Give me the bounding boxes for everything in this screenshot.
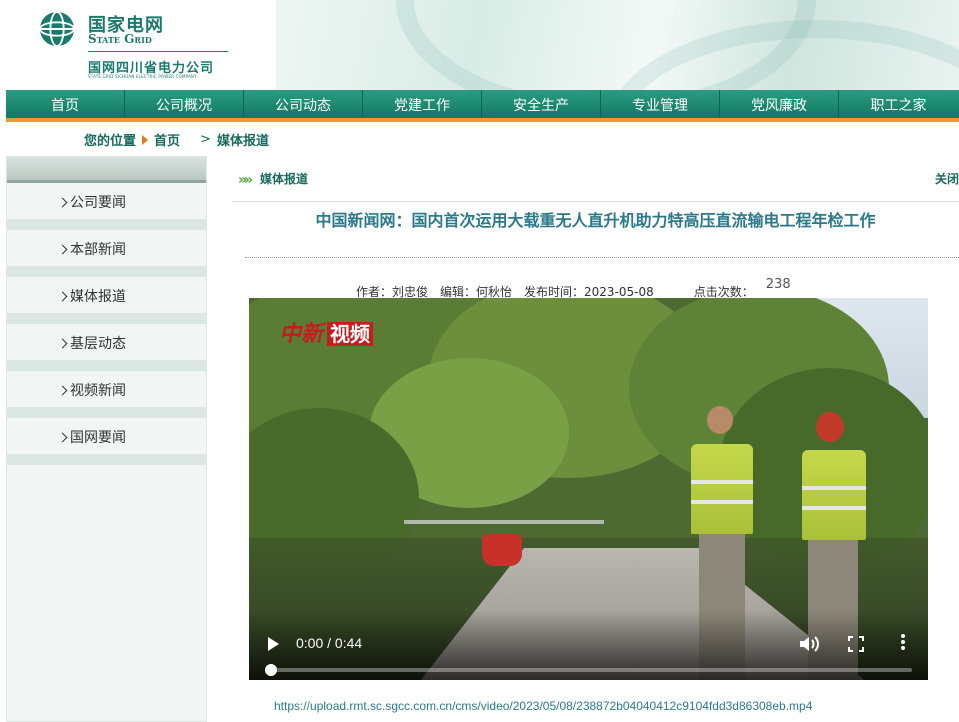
company-english-name: STATE GRID SICHUAN ELECTRIC POWER COMPAN… bbox=[88, 74, 197, 79]
video-time: 0:00 / 0:44 bbox=[296, 635, 363, 651]
sidebar-item-sgcc-news[interactable]: 国网要闻 bbox=[7, 418, 206, 465]
fullscreen-icon[interactable] bbox=[848, 636, 864, 652]
breadcrumb: 您的位置 首页 > 媒体报道 bbox=[84, 130, 269, 149]
volume-icon[interactable] bbox=[798, 634, 820, 654]
chevron-right-icon bbox=[57, 197, 68, 208]
state-grid-globe-icon bbox=[38, 10, 76, 48]
nav-item-staff[interactable]: 职工之家 bbox=[839, 90, 958, 118]
title-divider bbox=[245, 257, 959, 258]
nav-item-news[interactable]: 公司动态 bbox=[244, 90, 363, 118]
section-label: 媒体报道 bbox=[260, 172, 309, 186]
breadcrumb-current[interactable]: 媒体报道 bbox=[217, 130, 269, 149]
nav-item-integrity[interactable]: 党风廉政 bbox=[720, 90, 839, 118]
header-banner bbox=[276, 0, 959, 90]
sidebar-item-label: 公司要闻 bbox=[70, 195, 126, 211]
chevron-right-icon bbox=[57, 338, 68, 349]
views-count: 238 bbox=[765, 277, 791, 292]
sidebar-item-hq-news[interactable]: 本部新闻 bbox=[7, 230, 206, 277]
more-vertical-icon[interactable] bbox=[900, 634, 906, 652]
article-title: 中国新闻网：国内首次运用大载重无人直升机助力特高压直流输电工程年检工作 bbox=[315, 211, 876, 230]
video-controls: 0:00 / 0:44 bbox=[249, 610, 928, 680]
video-url[interactable]: https://upload.rmt.sc.sgcc.com.cn/cms/vi… bbox=[274, 699, 812, 713]
close-link[interactable]: 关闭 bbox=[935, 170, 959, 187]
sidebar-item-label: 基层动态 bbox=[70, 336, 126, 352]
breadcrumb-label: 您的位置 bbox=[84, 134, 137, 149]
content-header: »» 媒体报道 关闭 bbox=[232, 168, 959, 202]
sidebar: 公司要闻 本部新闻 媒体报道 基层动态 视频新闻 国网要闻 bbox=[6, 156, 207, 722]
nav-item-party-building[interactable]: 党建工作 bbox=[363, 90, 482, 118]
video-watermark: 中新 视频 bbox=[279, 316, 374, 348]
video-player[interactable]: 中新 视频 0:00 / 0:44 bbox=[249, 298, 928, 680]
nav-item-management[interactable]: 专业管理 bbox=[601, 90, 720, 118]
video-progress-bar[interactable] bbox=[265, 664, 912, 676]
sidebar-item-label: 本部新闻 bbox=[70, 242, 126, 258]
sidebar-item-company-news[interactable]: 公司要闻 bbox=[7, 183, 206, 230]
chevron-right-icon bbox=[57, 244, 68, 255]
sidebar-item-label: 媒体报道 bbox=[70, 289, 126, 305]
logo-divider bbox=[88, 51, 228, 52]
header: 国家电网 State Grid 国网四川省电力公司 STATE GRID SIC… bbox=[0, 0, 959, 90]
nav-item-about[interactable]: 公司概况 bbox=[125, 90, 244, 118]
drone-image bbox=[404, 520, 604, 586]
video-progress-thumb[interactable] bbox=[265, 664, 277, 676]
breadcrumb-home-link[interactable]: 首页 bbox=[154, 130, 180, 149]
breadcrumb-separator-icon: > bbox=[200, 132, 211, 147]
chevron-right-icon bbox=[57, 432, 68, 443]
sidebar-item-grassroots[interactable]: 基层动态 bbox=[7, 324, 206, 371]
chevron-right-icon bbox=[57, 291, 68, 302]
logo[interactable]: 国家电网 State Grid 国网四川省电力公司 STATE GRID SIC… bbox=[0, 0, 276, 90]
nav-item-home[interactable]: 首页 bbox=[6, 90, 125, 118]
sidebar-item-label: 视频新闻 bbox=[70, 383, 126, 399]
main-nav: 首页 公司概况 公司动态 党建工作 安全生产 专业管理 党风廉政 职工之家 bbox=[6, 90, 959, 122]
logo-english-name: State Grid bbox=[88, 32, 152, 46]
sidebar-header bbox=[7, 157, 206, 183]
sidebar-item-media-reports[interactable]: 媒体报道 bbox=[7, 277, 206, 324]
breadcrumb-arrow-icon bbox=[142, 134, 149, 145]
chevron-right-icon bbox=[57, 385, 68, 396]
double-chevron-icon: »» bbox=[238, 172, 253, 188]
sidebar-item-video-news[interactable]: 视频新闻 bbox=[7, 371, 206, 418]
sidebar-item-label: 国网要闻 bbox=[70, 430, 126, 446]
play-icon[interactable] bbox=[268, 637, 279, 651]
nav-item-safety[interactable]: 安全生产 bbox=[482, 90, 601, 118]
